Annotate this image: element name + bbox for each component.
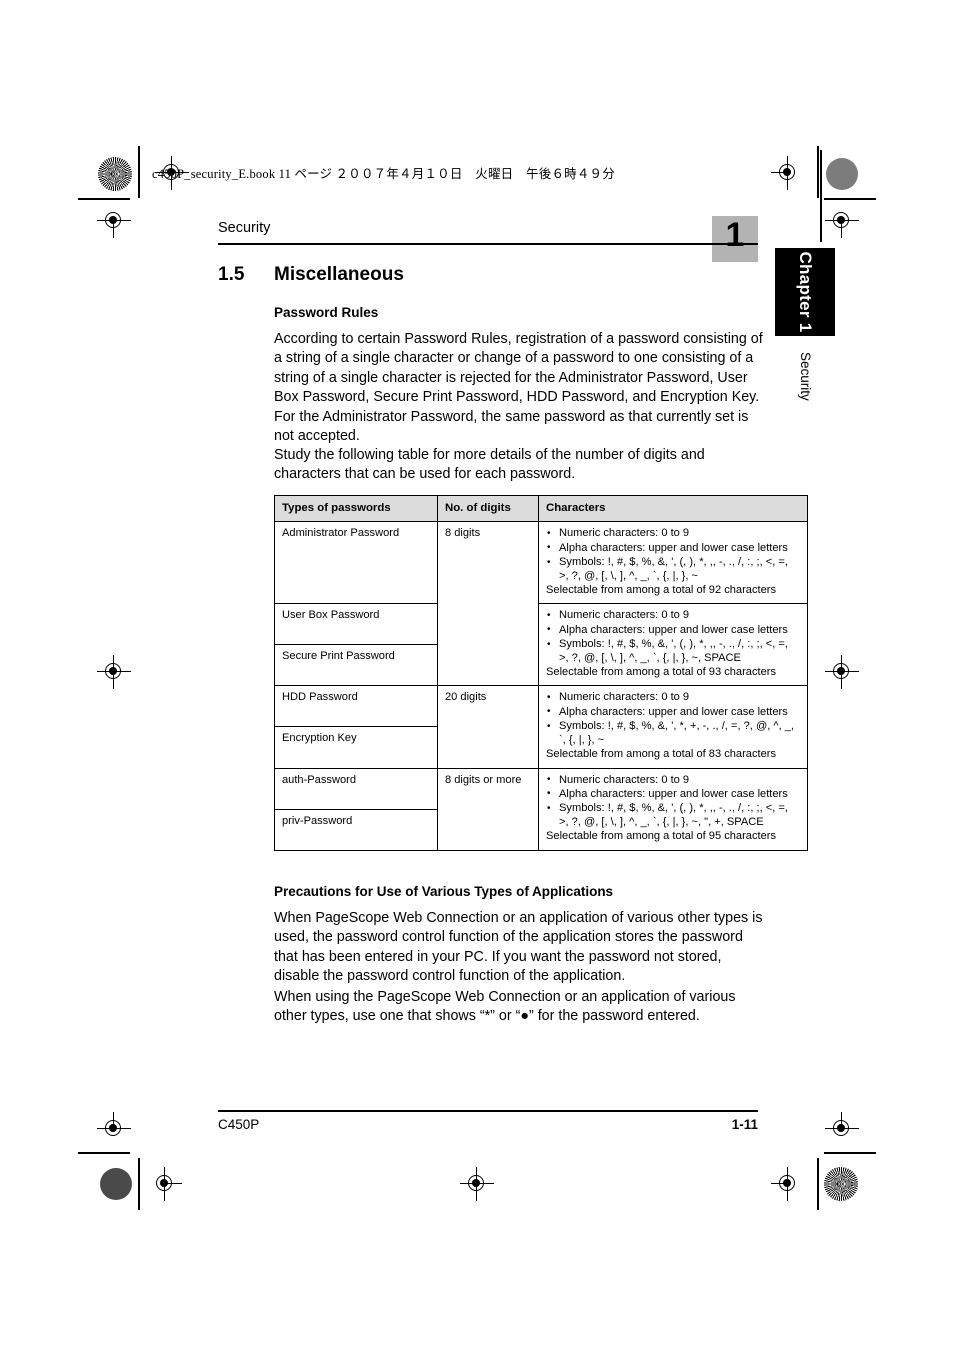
trim-line-top-right-vertical xyxy=(817,146,819,198)
registration-mark-left-lower xyxy=(97,1112,131,1146)
password-rules-table: Types of passwords No. of digits Charact… xyxy=(274,494,808,851)
registration-mark-right-middle xyxy=(825,655,859,689)
table-header-characters: Characters xyxy=(538,494,808,523)
characters-bullet: Symbols: !, #, $, %, &, ', (, ), *, ,, -… xyxy=(546,802,800,829)
registration-mark-bottom-left xyxy=(148,1167,182,1201)
table-header-types: Types of passwords xyxy=(274,494,438,523)
characters-bullet: Numeric characters: 0 to 9 xyxy=(546,691,800,705)
section-title: Miscellaneous xyxy=(274,264,404,285)
cell-type: User Box Password xyxy=(274,603,438,645)
side-section-label: Security xyxy=(770,352,840,422)
footer-model: C450P xyxy=(218,1117,260,1132)
print-dark-mark-bottom-left xyxy=(100,1168,132,1200)
cell-type: HDD Password xyxy=(274,685,438,727)
registration-mark-bottom-center xyxy=(460,1167,494,1201)
header-rule xyxy=(218,243,758,245)
characters-list: Numeric characters: 0 to 9 Alpha charact… xyxy=(546,527,800,583)
cell-characters: Numeric characters: 0 to 9 Alpha charact… xyxy=(538,603,808,687)
cell-type: Secure Print Password xyxy=(274,644,438,687)
cell-type: Encryption Key xyxy=(274,726,438,769)
characters-bullet: Numeric characters: 0 to 9 xyxy=(546,527,800,541)
characters-bullet: Alpha characters: upper and lower case l… xyxy=(546,623,800,637)
cell-type: priv-Password xyxy=(274,808,438,851)
characters-bullet: Alpha characters: upper and lower case l… xyxy=(546,541,800,555)
footer-page-number: 1-11 xyxy=(731,1117,758,1132)
chapter-tab-label: Chapter 1 xyxy=(796,251,815,333)
characters-total: Selectable from among a total of 95 char… xyxy=(546,830,777,843)
registration-mark-right-upper xyxy=(825,204,859,238)
cell-digits: 8 digits or more xyxy=(437,767,539,851)
table-header-digits: No. of digits xyxy=(437,494,539,523)
characters-total: Selectable from among a total of 92 char… xyxy=(546,584,777,597)
print-gray-mark-top-right xyxy=(826,158,858,190)
table-row: Administrator Password 8 digits Numeric … xyxy=(274,521,808,687)
characters-bullet: Symbols: !, #, $, %, &, ', (, ), *, ,, -… xyxy=(546,638,800,665)
print-star-mark-top-left xyxy=(98,157,132,191)
trim-line-top-left-vertical xyxy=(138,146,140,198)
precautions-paragraph-2: When using the PageScope Web Connection … xyxy=(274,989,736,1025)
print-star-mark-bottom-right xyxy=(824,1167,858,1201)
trim-line-bottom-right-vertical xyxy=(817,1158,819,1210)
cell-characters: Numeric characters: 0 to 9 Alpha charact… xyxy=(538,767,808,851)
characters-bullet: Alpha characters: upper and lower case l… xyxy=(546,705,800,719)
characters-list: Numeric characters: 0 to 9 Alpha charact… xyxy=(546,691,800,747)
cell-type: Administrator Password xyxy=(274,521,438,605)
password-rules-paragraph-2: Study the following table for more detai… xyxy=(274,447,705,483)
cell-digits: 20 digits xyxy=(437,685,539,769)
table-row: User Box Password Numeric characters: 0 … xyxy=(274,603,808,687)
registration-mark-top-right xyxy=(771,156,805,190)
registration-mark-right-lower xyxy=(825,1112,859,1146)
trim-line-lower-left-horizontal xyxy=(78,1152,130,1154)
characters-total: Selectable from among a total of 83 char… xyxy=(546,748,777,761)
trim-line-upper-right-horizontal xyxy=(824,198,876,200)
characters-bullet: Symbols: !, #, $, %, &, ', *, +, -, ., /… xyxy=(546,720,800,747)
footer-rule xyxy=(218,1110,758,1112)
characters-bullet: Symbols: !, #, $, %, &, ', (, ), *, ,, -… xyxy=(546,556,800,583)
precautions-heading: Precautions for Use of Various Types of … xyxy=(274,884,614,899)
chapter-number: 1 xyxy=(725,216,745,254)
trim-line-upper-left-horizontal xyxy=(78,198,130,200)
characters-list: Numeric characters: 0 to 9 Alpha charact… xyxy=(546,773,800,830)
document-page: c450P_security_E.book 11 ページ ２００７年４月１０日 … xyxy=(0,0,954,1350)
cell-characters: Numeric characters: 0 to 9 Alpha charact… xyxy=(538,521,808,605)
chapter-tab-rule xyxy=(820,150,822,242)
registration-mark-left-middle xyxy=(97,655,131,689)
side-section-label-text: Security xyxy=(798,352,813,401)
password-rules-paragraph-1: According to certain Password Rules, reg… xyxy=(274,331,763,445)
trim-line-bottom-left-vertical xyxy=(138,1158,140,1210)
trim-line-lower-right-horizontal xyxy=(824,1152,876,1154)
section-number: 1.5 xyxy=(218,264,245,285)
table-header-row: Types of passwords No. of digits Charact… xyxy=(274,494,808,523)
table-row: HDD Password 20 digits Numeric character… xyxy=(274,685,808,769)
characters-bullet: Numeric characters: 0 to 9 xyxy=(546,773,800,787)
characters-bullet: Alpha characters: upper and lower case l… xyxy=(546,787,800,801)
cell-type: auth-Password xyxy=(274,767,438,810)
chapter-tab: Chapter 1 xyxy=(775,248,835,336)
registration-mark-bottom-right xyxy=(771,1167,805,1201)
characters-list: Numeric characters: 0 to 9 Alpha charact… xyxy=(546,609,800,665)
precautions-paragraph-1: When PageScope Web Connection or an appl… xyxy=(274,910,763,985)
running-head: Security xyxy=(218,220,271,236)
password-rules-heading: Password Rules xyxy=(274,305,379,320)
table-row: auth-Password 8 digits or more Numeric c… xyxy=(274,767,808,851)
cell-characters: Numeric characters: 0 to 9 Alpha charact… xyxy=(538,685,808,769)
characters-bullet: Numeric characters: 0 to 9 xyxy=(546,609,800,623)
cell-digits: 8 digits xyxy=(437,521,539,687)
characters-total: Selectable from among a total of 93 char… xyxy=(546,666,777,679)
book-filename-stamp: c450P_security_E.book 11 ページ ２００７年４月１０日 … xyxy=(152,167,615,181)
registration-mark-left-upper xyxy=(97,204,131,238)
